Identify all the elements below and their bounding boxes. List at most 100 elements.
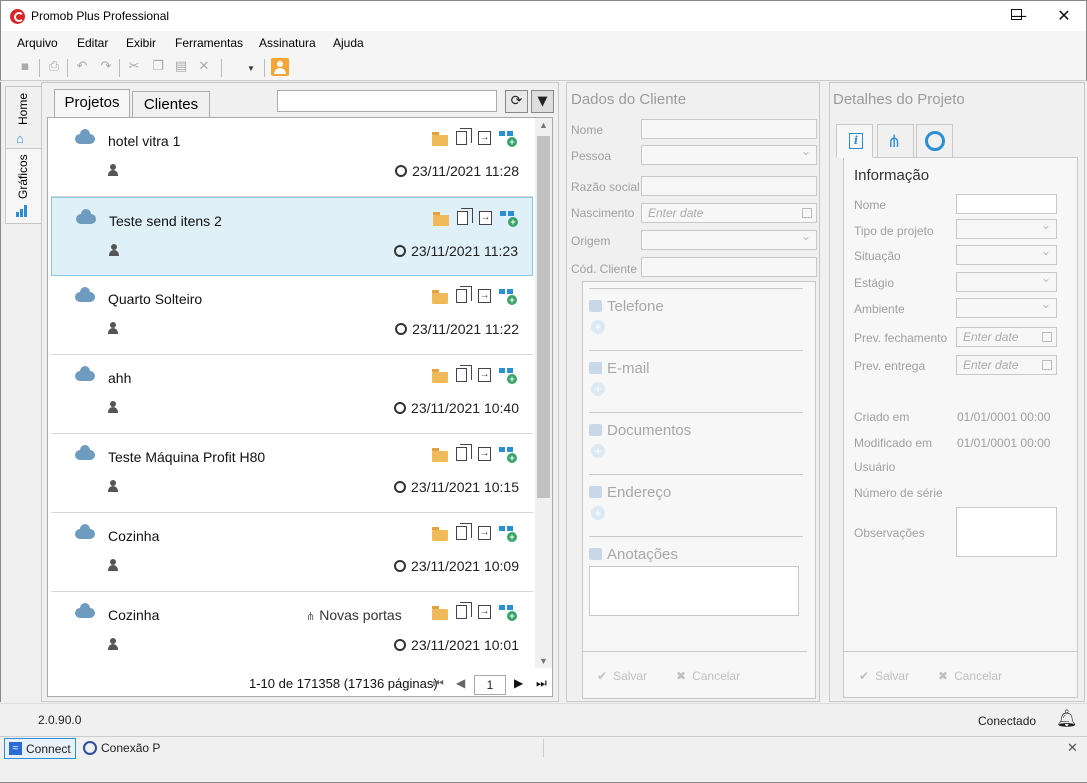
detail-estagio-select[interactable]: [956, 271, 1057, 292]
folder-icon[interactable]: [432, 132, 448, 146]
add-version-icon[interactable]: +: [499, 447, 517, 463]
tab-projetos[interactable]: Projetos: [54, 89, 130, 117]
add-email-button[interactable]: +: [591, 382, 605, 396]
export-icon[interactable]: →: [478, 289, 491, 303]
next-page-icon[interactable]: ▶: [514, 676, 523, 690]
add-version-icon[interactable]: +: [499, 605, 517, 621]
calendar-icon[interactable]: [1042, 360, 1052, 370]
page-number-input[interactable]: 1: [474, 675, 506, 695]
export-icon[interactable]: →: [478, 131, 491, 145]
save-icon[interactable]: ▪: [16, 58, 34, 76]
detail-nome-input[interactable]: [956, 194, 1057, 214]
copy-icon[interactable]: [456, 365, 472, 382]
detail-prev-ent-input[interactable]: Enter date: [956, 355, 1057, 375]
menu-ajuda[interactable]: Ajuda: [333, 36, 364, 50]
menu-ferramentas[interactable]: Ferramentas: [175, 36, 243, 50]
export-icon[interactable]: →: [479, 211, 492, 225]
export-icon[interactable]: →: [478, 447, 491, 461]
folder-icon[interactable]: [433, 212, 449, 226]
copy-icon[interactable]: [457, 208, 473, 225]
add-endereco-button[interactable]: +: [591, 506, 605, 520]
filter-button[interactable]: ▼: [531, 90, 554, 113]
list-item[interactable]: hotel vitra 1 → + 23/11/2021 11:28: [51, 118, 533, 197]
first-page-icon[interactable]: ⏮: [433, 676, 444, 691]
bell-icon[interactable]: 🔔︎: [1056, 709, 1078, 729]
list-item[interactable]: Cozinha ⋔ Novas portas → + 23/11/2021 10:…: [51, 592, 533, 671]
menu-exibir[interactable]: Exibir: [126, 36, 156, 50]
details-save-button[interactable]: ✔ Salvar: [859, 669, 909, 683]
add-documento-button[interactable]: +: [591, 444, 605, 458]
delete-icon[interactable]: ✕: [195, 58, 213, 76]
cut-icon[interactable]: ✂: [125, 58, 143, 76]
detail-prev-fech-input[interactable]: Enter date: [956, 327, 1057, 347]
tab-home[interactable]: Home ⌂: [5, 86, 41, 150]
connect-tab[interactable]: ≈ Connect: [4, 738, 76, 759]
menu-arquivo[interactable]: Arquivo: [17, 36, 58, 50]
add-version-icon[interactable]: +: [499, 289, 517, 305]
folder-icon[interactable]: [432, 448, 448, 462]
print-icon[interactable]: ⎙: [45, 58, 63, 76]
notes-textarea[interactable]: [589, 566, 799, 616]
client-nascimento-input[interactable]: Enter date: [641, 203, 817, 223]
add-version-icon[interactable]: +: [499, 131, 517, 147]
folder-icon[interactable]: [432, 606, 448, 620]
tab-versions[interactable]: ⋔: [877, 124, 914, 158]
export-icon[interactable]: →: [478, 368, 491, 382]
user-icon[interactable]: [271, 58, 289, 76]
tab-history[interactable]: [916, 124, 953, 158]
list-item[interactable]: Teste Máquina Profit H80 → + 23/11/2021 …: [51, 434, 533, 513]
conexao-tab[interactable]: Conexão P: [81, 738, 161, 759]
client-cancel-button[interactable]: ✖ Cancelar: [676, 669, 740, 683]
export-icon[interactable]: →: [478, 526, 491, 540]
folder-icon[interactable]: [432, 527, 448, 541]
list-item[interactable]: Teste send itens 2 → + 23/11/2021 11:23: [51, 197, 533, 276]
folder-icon[interactable]: [432, 369, 448, 383]
add-telefone-button[interactable]: +: [591, 320, 605, 334]
scroll-down-icon[interactable]: ▼: [539, 656, 548, 666]
detail-ambiente-select[interactable]: [956, 297, 1057, 318]
detail-obs-textarea[interactable]: [956, 507, 1057, 557]
add-version-icon[interactable]: +: [500, 211, 518, 227]
close-button[interactable]: ✕: [1041, 1, 1087, 31]
search-input[interactable]: [277, 90, 497, 112]
list-item[interactable]: Quarto Solteiro → + 23/11/2021 11:22: [51, 276, 533, 355]
client-pessoa-select[interactable]: [641, 144, 817, 165]
refresh-button[interactable]: ⟳: [505, 90, 528, 113]
client-save-button[interactable]: ✔ Salvar: [597, 669, 647, 683]
scroll-up-icon[interactable]: ▲: [539, 120, 548, 130]
details-cancel-button[interactable]: ✖ Cancelar: [938, 669, 1002, 683]
list-item[interactable]: ahh → + 23/11/2021 10:40: [51, 355, 533, 434]
copy-icon[interactable]: [456, 444, 472, 461]
detail-tipo-select[interactable]: [956, 218, 1057, 239]
tab-info[interactable]: i: [836, 124, 873, 158]
paste-icon[interactable]: ▤: [172, 58, 190, 76]
redo-icon[interactable]: ↷: [97, 58, 115, 76]
calendar-icon[interactable]: [802, 208, 812, 218]
client-nome-input[interactable]: [641, 119, 817, 139]
copy-icon[interactable]: [456, 128, 472, 145]
calendar-icon[interactable]: [1042, 332, 1052, 342]
tab-clientes[interactable]: Clientes: [132, 91, 210, 117]
prev-page-icon[interactable]: ◀: [456, 676, 465, 690]
tab-graficos[interactable]: Gráficos: [5, 148, 41, 224]
folder-icon[interactable]: [432, 290, 448, 304]
client-cod-input[interactable]: [641, 257, 817, 277]
close-taskbar-icon[interactable]: ✕: [1067, 740, 1078, 756]
last-page-icon[interactable]: ⏭: [536, 676, 547, 691]
add-version-icon[interactable]: +: [499, 526, 517, 542]
add-version-icon[interactable]: +: [499, 368, 517, 384]
export-icon[interactable]: →: [478, 605, 491, 619]
detail-situacao-select[interactable]: [956, 244, 1057, 265]
menu-editar[interactable]: Editar: [77, 36, 108, 50]
copy-icon[interactable]: [456, 602, 472, 619]
chevron-down-icon[interactable]: ▼: [247, 64, 255, 73]
maximize-icon[interactable]: [1011, 9, 1022, 20]
client-razao-input[interactable]: [641, 176, 817, 196]
copy-icon[interactable]: ❐: [149, 58, 167, 76]
client-origem-select[interactable]: [641, 229, 817, 250]
undo-icon[interactable]: ↶: [73, 58, 91, 76]
copy-icon[interactable]: [456, 286, 472, 303]
menu-assinatura[interactable]: Assinatura: [259, 36, 316, 50]
scrollbar-thumb[interactable]: [537, 136, 550, 498]
list-item[interactable]: Cozinha → + 23/11/2021 10:09: [51, 513, 533, 592]
